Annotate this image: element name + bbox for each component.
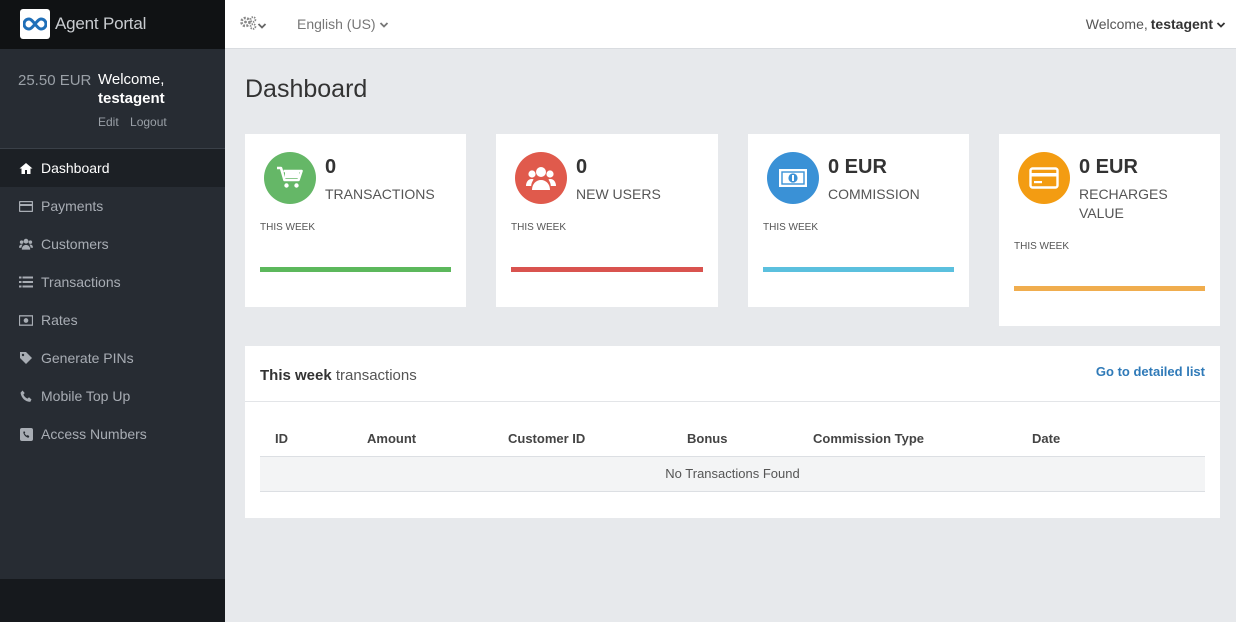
stat-value: 0 EUR [828, 156, 887, 178]
sidebar: Agent Portal 25.50 EUR Welcome, testagen… [0, 0, 225, 622]
stat-period: THIS WEEK [511, 222, 567, 233]
table-row: No Transactions Found [260, 456, 1205, 492]
user-menu-username: testagent [1150, 16, 1213, 32]
sidebar-item-label: Customers [41, 236, 109, 252]
home-icon [19, 161, 33, 175]
sidebar-user-links: Edit Logout [98, 115, 175, 129]
sidebar-item-payments[interactable]: Payments [0, 187, 225, 225]
column-header-customer-id[interactable]: Customer ID [493, 422, 672, 457]
sidebar-welcome: Welcome, testagent [98, 70, 165, 108]
stat-label: TRANSACTIONS [325, 186, 435, 202]
chevron-down-icon [379, 16, 389, 32]
sidebar-footer [0, 579, 225, 622]
sidebar-item-mobile-top-up[interactable]: Mobile Top Up [0, 377, 225, 415]
users-icon [515, 152, 567, 204]
sidebar-nav: Dashboard Payments Customers Transaction… [0, 148, 225, 453]
infinity-logo-icon[interactable] [20, 9, 50, 39]
app-title[interactable]: Agent Portal [55, 14, 146, 34]
cart-icon [264, 152, 316, 204]
stat-value: 0 EUR [1079, 156, 1138, 178]
stat-progress-bar [260, 267, 451, 272]
sidebar-item-label: Transactions [41, 274, 121, 290]
top-bar: English (US) Welcome, testagent [225, 0, 1236, 49]
panel-title: This week transactions [260, 367, 417, 384]
sidebar-item-customers[interactable]: Customers [0, 225, 225, 263]
credit-card-icon [1018, 152, 1070, 204]
stat-card-new-users: 0 NEW USERS THIS WEEK [496, 134, 718, 307]
logout-link[interactable]: Logout [130, 115, 167, 129]
panel-title-rest: transactions [331, 367, 417, 384]
empty-message: No Transactions Found [260, 456, 1205, 492]
stat-progress-bar [1014, 286, 1205, 291]
stat-period: THIS WEEK [1014, 241, 1070, 252]
sidebar-welcome-label: Welcome, [98, 71, 165, 88]
sidebar-item-label: Access Numbers [41, 426, 147, 442]
user-menu[interactable]: Welcome, testagent [1086, 16, 1226, 32]
chevron-down-icon [1216, 16, 1226, 32]
stat-card-transactions: 0 TRANSACTIONS THIS WEEK [245, 134, 466, 307]
sidebar-item-rates[interactable]: Rates [0, 301, 225, 339]
transactions-table: ID Amount Customer ID Bonus Commission T… [260, 422, 1205, 492]
panel-header: This week transactions Go to detailed li… [245, 346, 1220, 402]
sidebar-item-label: Dashboard [41, 160, 110, 176]
stat-label: NEW USERS [576, 186, 661, 202]
stat-value: 0 [576, 156, 588, 178]
stat-card-commission: 0 EUR COMMISSION THIS WEEK [748, 134, 969, 307]
money-icon [767, 152, 819, 204]
list-icon [19, 275, 33, 289]
sidebar-item-label: Generate PINs [41, 350, 134, 366]
language-label: English (US) [297, 16, 376, 32]
stat-label: COMMISSION [828, 186, 920, 202]
sidebar-item-dashboard[interactable]: Dashboard [0, 149, 225, 187]
credit-card-icon [19, 199, 33, 213]
stat-period: THIS WEEK [260, 222, 316, 233]
stat-period: THIS WEEK [763, 222, 819, 233]
gears-icon [240, 16, 257, 35]
settings-menu[interactable] [240, 16, 267, 35]
detailed-list-link[interactable]: Go to detailed list [1096, 364, 1205, 379]
sidebar-item-access-numbers[interactable]: Access Numbers [0, 415, 225, 453]
column-header-bonus[interactable]: Bonus [672, 422, 798, 457]
logo-bar: Agent Portal [0, 0, 225, 49]
column-header-amount[interactable]: Amount [352, 422, 493, 457]
column-header-date[interactable]: Date [1017, 422, 1205, 457]
users-icon [19, 237, 33, 251]
money-icon [19, 313, 33, 327]
transactions-panel: This week transactions Go to detailed li… [245, 346, 1220, 518]
balance: 25.50 EUR [18, 72, 92, 89]
panel-title-bold: This week [260, 367, 332, 384]
language-selector[interactable]: English (US) [297, 16, 389, 32]
table-header-row: ID Amount Customer ID Bonus Commission T… [260, 422, 1205, 457]
stat-value: 0 [325, 156, 337, 178]
stat-label: RECHARGES VALUE [1079, 186, 1168, 221]
phone-square-icon [19, 427, 33, 441]
sidebar-item-label: Rates [41, 312, 78, 328]
phone-icon [19, 389, 33, 403]
edit-link[interactable]: Edit [98, 115, 119, 129]
stat-progress-bar [763, 267, 954, 272]
user-menu-welcome: Welcome, [1085, 16, 1148, 32]
page-title: Dashboard [245, 75, 368, 103]
stat-progress-bar [511, 267, 703, 272]
sidebar-item-label: Mobile Top Up [41, 388, 131, 404]
tag-icon [19, 351, 33, 365]
column-header-id[interactable]: ID [260, 422, 352, 457]
chevron-down-icon [257, 17, 267, 35]
sidebar-item-generate-pins[interactable]: Generate PINs [0, 339, 225, 377]
sidebar-item-label: Payments [41, 198, 104, 214]
sidebar-item-transactions[interactable]: Transactions [0, 263, 225, 301]
column-header-commission-type[interactable]: Commission Type [798, 422, 1017, 457]
sidebar-username: testagent [98, 90, 165, 107]
stat-card-recharges-value: 0 EUR RECHARGES VALUE THIS WEEK [999, 134, 1220, 326]
